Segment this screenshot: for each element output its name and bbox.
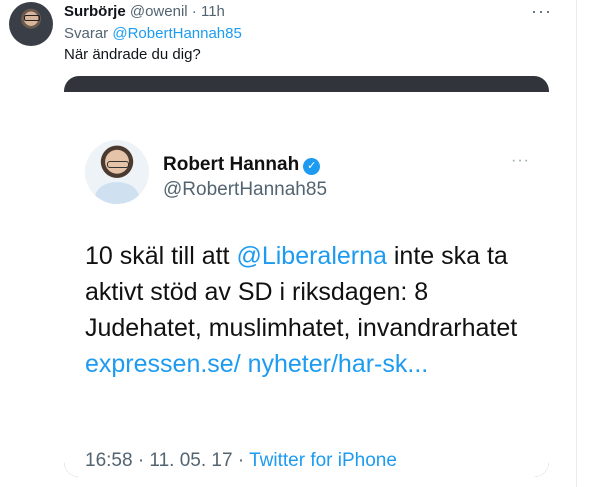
quoted-body: 10 skäl till att @Liberalerna inte ska t… [85, 238, 535, 382]
more-options-icon[interactable]: ··· [531, 1, 552, 22]
quoted-link: expressen.se/ nyheter/har-sk... [85, 350, 429, 378]
tweet-time[interactable]: 11h [201, 3, 225, 20]
quoted-date: 16:58 · 11. 05. 17 · [85, 450, 250, 471]
avatar-glasses [24, 15, 40, 21]
quoted-avatar-glasses [107, 161, 129, 168]
quoted-more-icon: ··· [511, 152, 530, 169]
quoted-source: Twitter for iPhone [249, 450, 397, 471]
tweet-header: Surbörje @owenil · 11h [64, 3, 225, 20]
tweet-text: När ändrade du dig? [64, 46, 201, 63]
quoted-author-name: Robert Hannah ✓ [163, 154, 321, 176]
quoted-mention: @Liberalerna [236, 242, 387, 270]
reply-context: Svarar @RobertHannah85 [64, 25, 242, 42]
quoted-tweet-image[interactable]: Robert Hannah ✓ @RobertHannah85 ··· 10 sk… [64, 76, 549, 477]
separator: · [187, 3, 201, 20]
quoted-author-name-text: Robert Hannah [163, 154, 300, 175]
quoted-tweet-card: Robert Hannah ✓ @RobertHannah85 ··· 10 sk… [64, 92, 549, 477]
avatar[interactable] [9, 2, 53, 46]
quoted-avatar [85, 140, 149, 204]
author-name[interactable]: Surbörje [64, 3, 126, 20]
column-divider [576, 0, 577, 487]
quoted-author-handle: @RobertHannah85 [163, 179, 328, 200]
author-handle[interactable]: @owenil [130, 3, 188, 20]
quoted-avatar-shirt [95, 182, 139, 204]
reply-prefix: Svarar [64, 25, 113, 42]
reply-to-link[interactable]: @RobertHannah85 [112, 25, 241, 42]
verified-badge-icon: ✓ [303, 158, 321, 175]
quoted-footer: 16:58 · 11. 05. 17 · Twitter for iPhone [85, 450, 397, 472]
quoted-body-text-1: 10 skäl till att [85, 242, 237, 270]
